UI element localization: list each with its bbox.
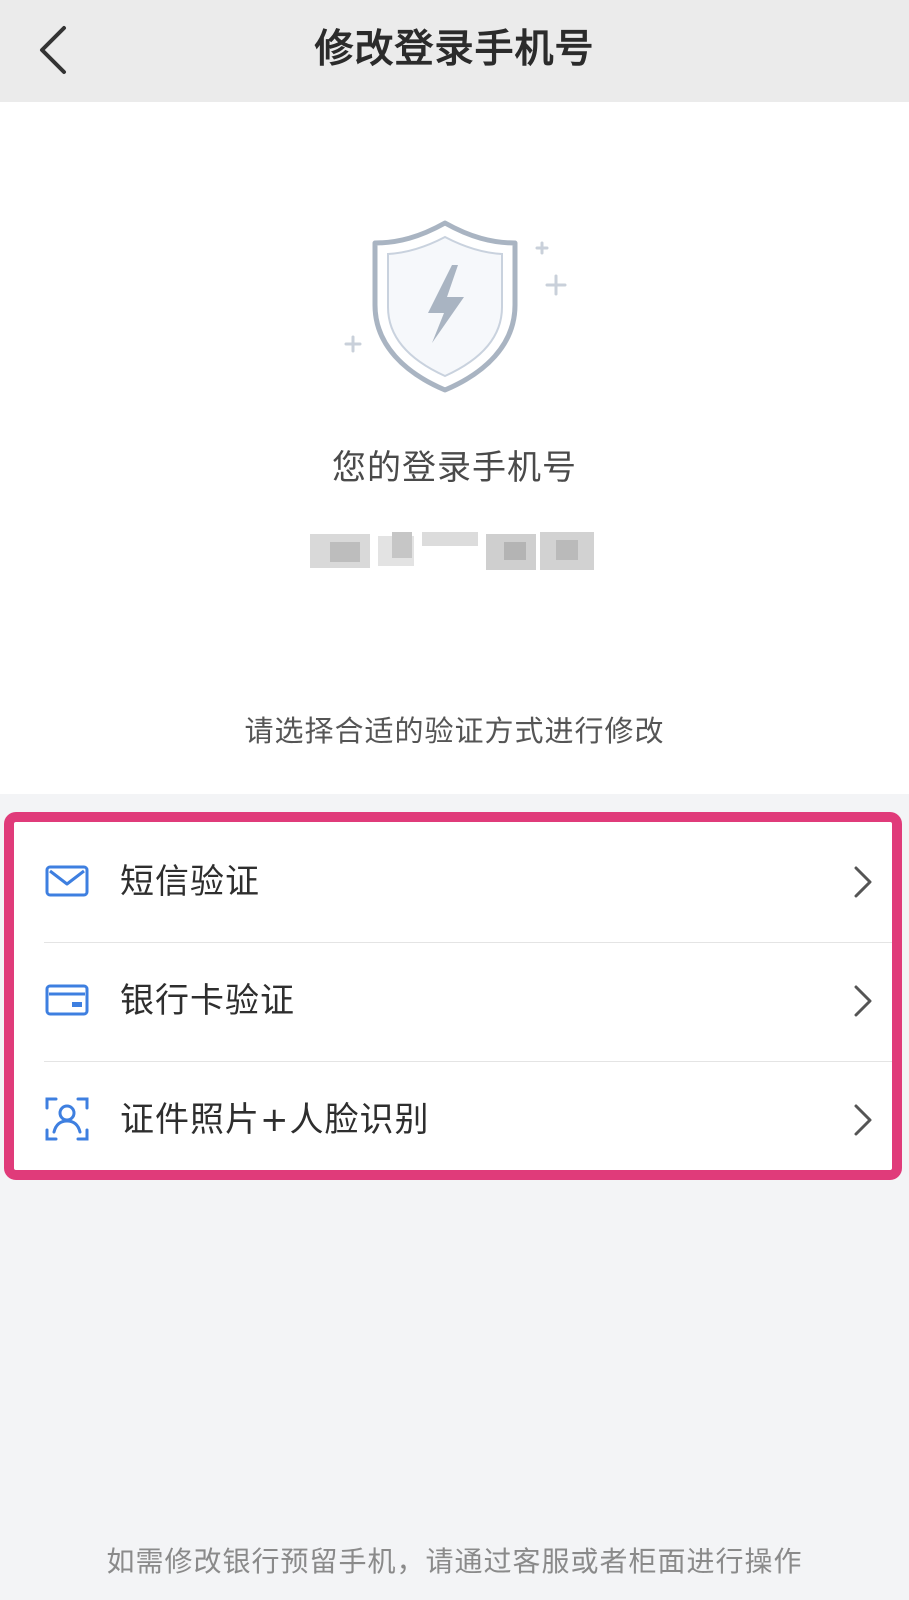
option-sms-verification[interactable]: 短信验证 bbox=[14, 822, 892, 942]
chevron-right-icon bbox=[854, 866, 872, 898]
masked-phone-number bbox=[300, 528, 610, 578]
verification-options-list: 短信验证 银行卡验证 证件照片+人脸识别 bbox=[4, 812, 902, 1180]
nav-header: 修改登录手机号 bbox=[0, 0, 909, 102]
option-bank-card-verification[interactable]: 银行卡验证 bbox=[14, 941, 892, 1061]
verification-hint: 请选择合适的验证方式进行修改 bbox=[244, 714, 665, 748]
phone-label: 您的登录手机号 bbox=[332, 448, 577, 488]
page: 修改登录手机号 您的登录手机号 请选择合适的验证方式进行修改 短信验证 银行卡验… bbox=[0, 0, 909, 1600]
back-chevron-icon bbox=[40, 26, 66, 74]
option-label: 证件照片+人脸识别 bbox=[120, 1100, 430, 1140]
bank-card-icon bbox=[45, 984, 89, 1016]
chevron-right-icon bbox=[854, 985, 872, 1017]
option-label: 银行卡验证 bbox=[120, 981, 295, 1021]
page-title: 修改登录手机号 bbox=[314, 27, 595, 72]
face-id-icon bbox=[45, 1097, 89, 1141]
footer-note: 如需修改银行预留手机，请通过客服或者柜面进行操作 bbox=[106, 1545, 803, 1578]
option-label: 短信验证 bbox=[120, 862, 260, 902]
security-shield-icon bbox=[344, 220, 567, 393]
chevron-right-icon bbox=[854, 1104, 872, 1136]
option-id-photo-face-recognition[interactable]: 证件照片+人脸识别 bbox=[14, 1060, 892, 1180]
envelope-icon bbox=[45, 865, 89, 897]
back-button[interactable] bbox=[26, 18, 90, 82]
